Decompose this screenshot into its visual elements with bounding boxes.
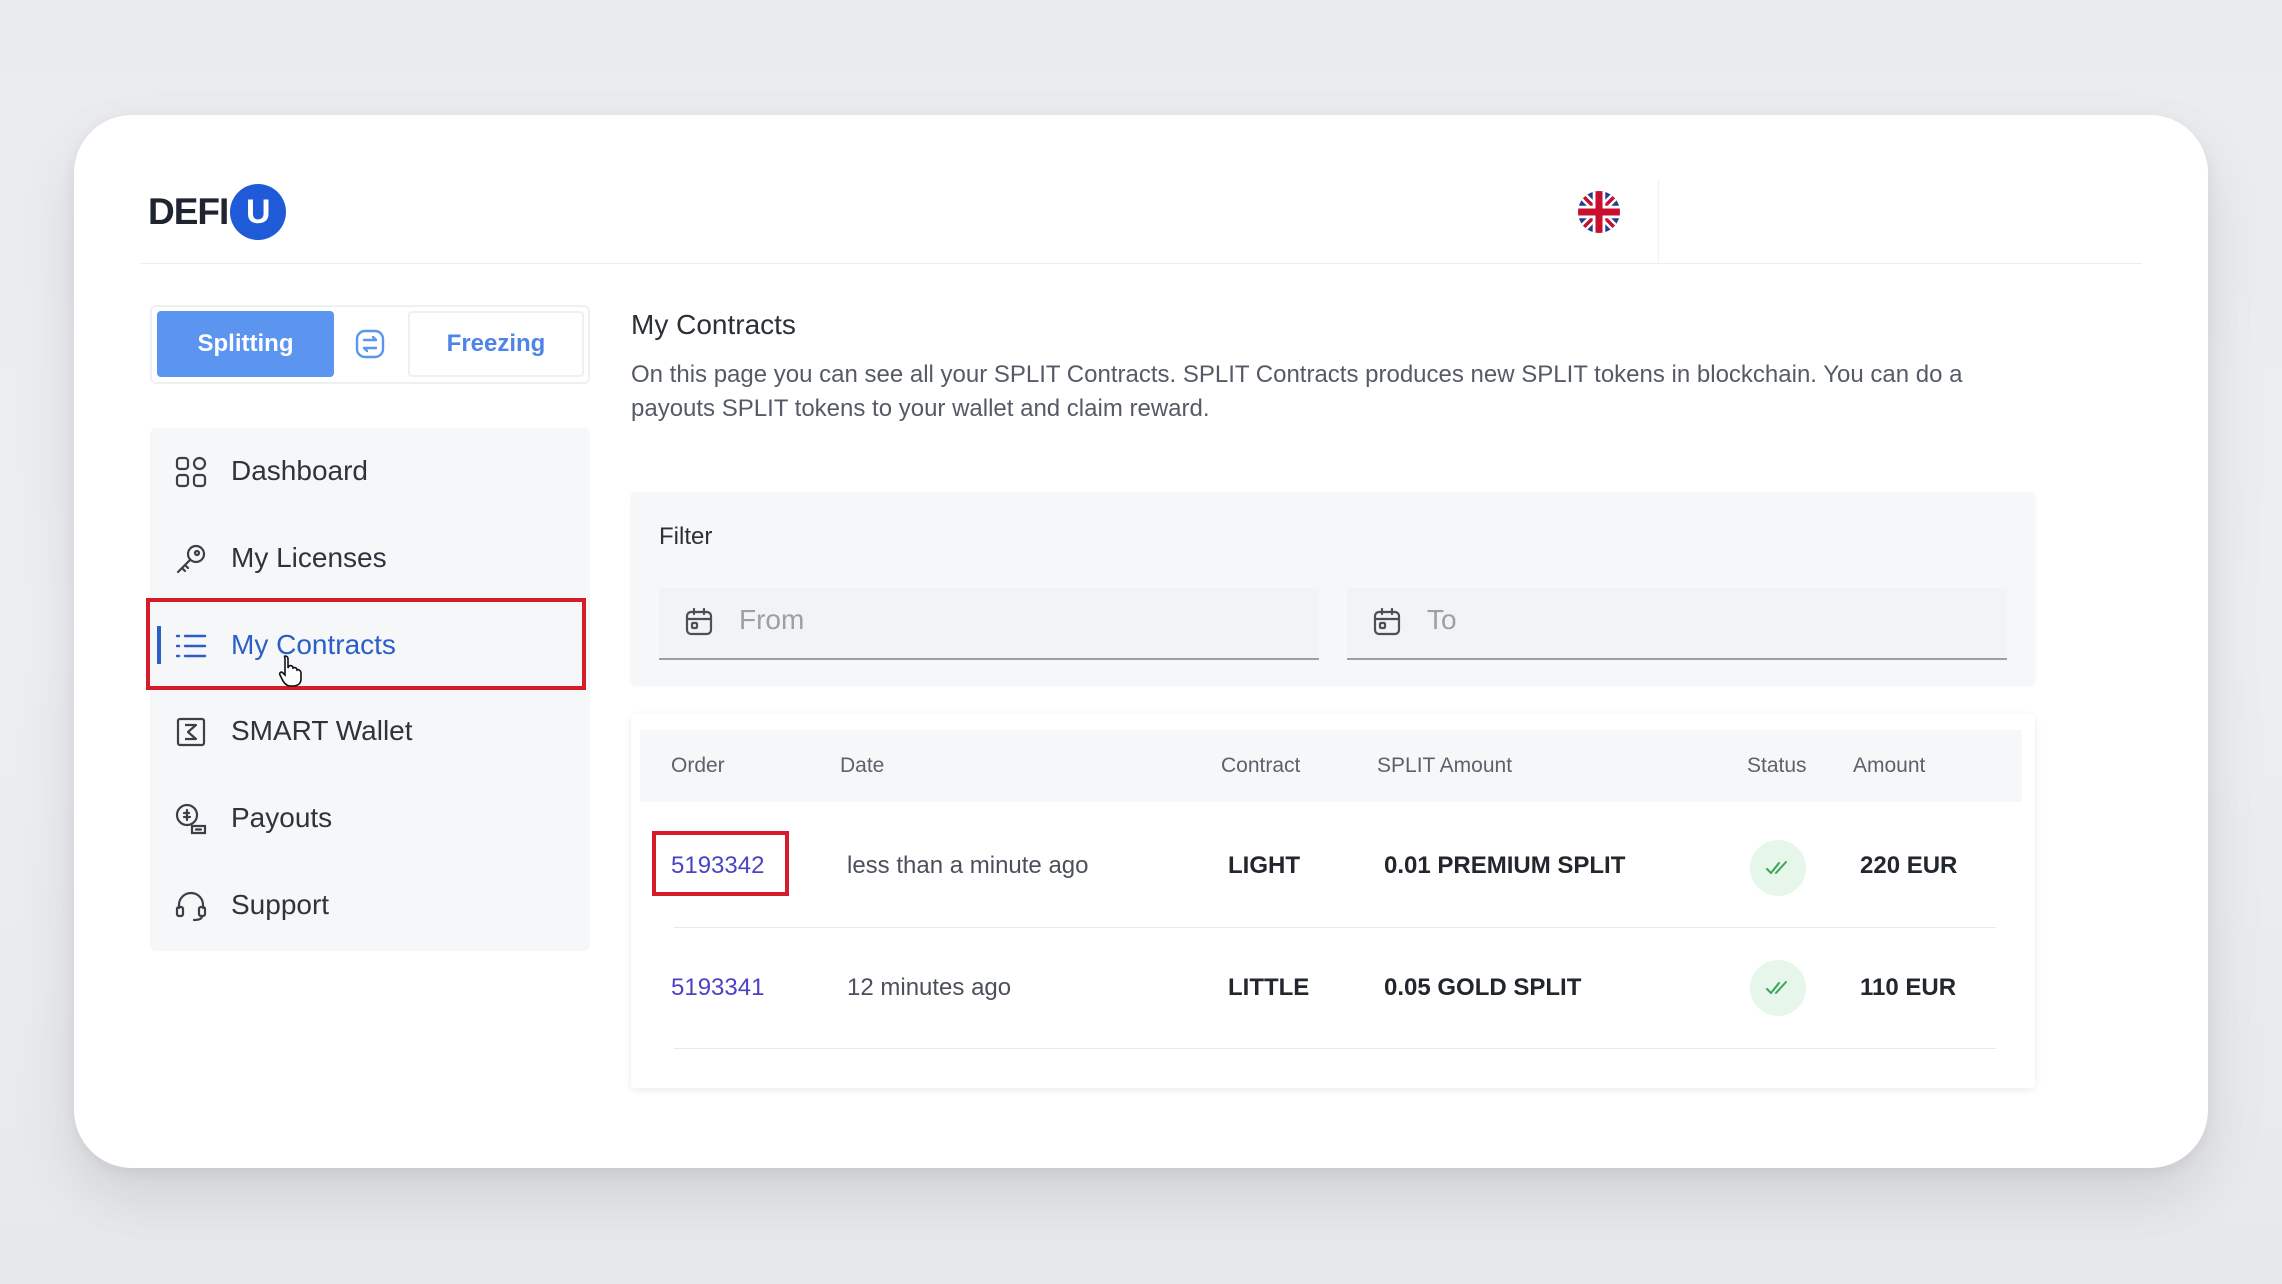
headset-icon [174, 889, 208, 923]
column-header-split-amount[interactable]: SPLIT Amount [1377, 754, 1512, 778]
grid-icon [174, 455, 208, 489]
sidebar-item-label: Support [231, 889, 330, 920]
sidebar-item-support[interactable]: Support [150, 862, 590, 948]
split-amount: 0.01 PREMIUM SPLIT [1384, 852, 1626, 879]
freezing-button[interactable]: Freezing [408, 311, 584, 377]
order-date: less than a minute ago [847, 852, 1089, 879]
status-confirmed-icon [1750, 840, 1806, 896]
swap-icon[interactable] [352, 326, 388, 362]
logo[interactable]: DEFI U [148, 183, 287, 241]
hand-cursor-icon [278, 654, 304, 688]
contract-type: LITTLE [1228, 974, 1310, 1001]
calendar-icon [1371, 606, 1403, 638]
page-description: On this page you can see all your SPLIT … [631, 361, 1963, 422]
order-amount: 110 EUR [1860, 974, 1957, 1001]
page-title: My Contracts [631, 309, 796, 340]
sidebar-item-label: Payouts [231, 802, 333, 833]
logo-mark: U [230, 184, 287, 240]
uk-flag-icon[interactable] [1578, 191, 1620, 233]
row-divider [674, 927, 1996, 928]
header-divider [1658, 180, 1659, 264]
date-to-field[interactable]: To [1347, 588, 2007, 660]
order-amount: 220 EUR [1860, 852, 1958, 879]
sidebar-item-dashboard[interactable]: Dashboard [150, 428, 590, 514]
calendar-icon [683, 606, 715, 638]
filter-label: Filter [659, 523, 713, 550]
column-header-order[interactable]: Order [671, 754, 725, 778]
payouts-icon [174, 802, 208, 836]
column-header-date[interactable]: Date [840, 754, 884, 778]
logo-text: DEFI [148, 191, 229, 232]
status-confirmed-icon [1750, 960, 1806, 1016]
highlight-box [146, 598, 586, 690]
key-icon [174, 542, 208, 576]
column-header-contract[interactable]: Contract [1221, 754, 1300, 778]
sidebar-item-payouts[interactable]: Payouts [150, 775, 590, 861]
sidebar-item-label: Dashboard [231, 455, 368, 486]
contract-type: LIGHT [1228, 852, 1300, 879]
sidebar-item-smart-wallet[interactable]: SMART Wallet [150, 688, 590, 774]
column-header-amount[interactable]: Amount [1853, 754, 1925, 778]
order-link[interactable]: 5193341 [671, 974, 764, 1002]
date-from-field[interactable]: From [659, 588, 1319, 660]
header-divider-line [140, 263, 2142, 264]
order-date: 12 minutes ago [847, 974, 1012, 1001]
column-header-status[interactable]: Status [1747, 754, 1807, 778]
sidebar-item-my-licenses[interactable]: My Licenses [150, 515, 590, 601]
split-amount: 0.05 GOLD SPLIT [1384, 974, 1582, 1001]
splitting-button[interactable]: Splitting [157, 311, 334, 377]
highlight-box [652, 831, 789, 896]
date-from-placeholder: From [739, 604, 805, 635]
sidebar-item-label: My Licenses [231, 542, 387, 573]
date-to-placeholder: To [1427, 604, 1457, 635]
wallet-icon [174, 715, 208, 749]
row-divider [674, 1048, 1996, 1049]
sidebar-item-label: SMART Wallet [231, 715, 413, 746]
